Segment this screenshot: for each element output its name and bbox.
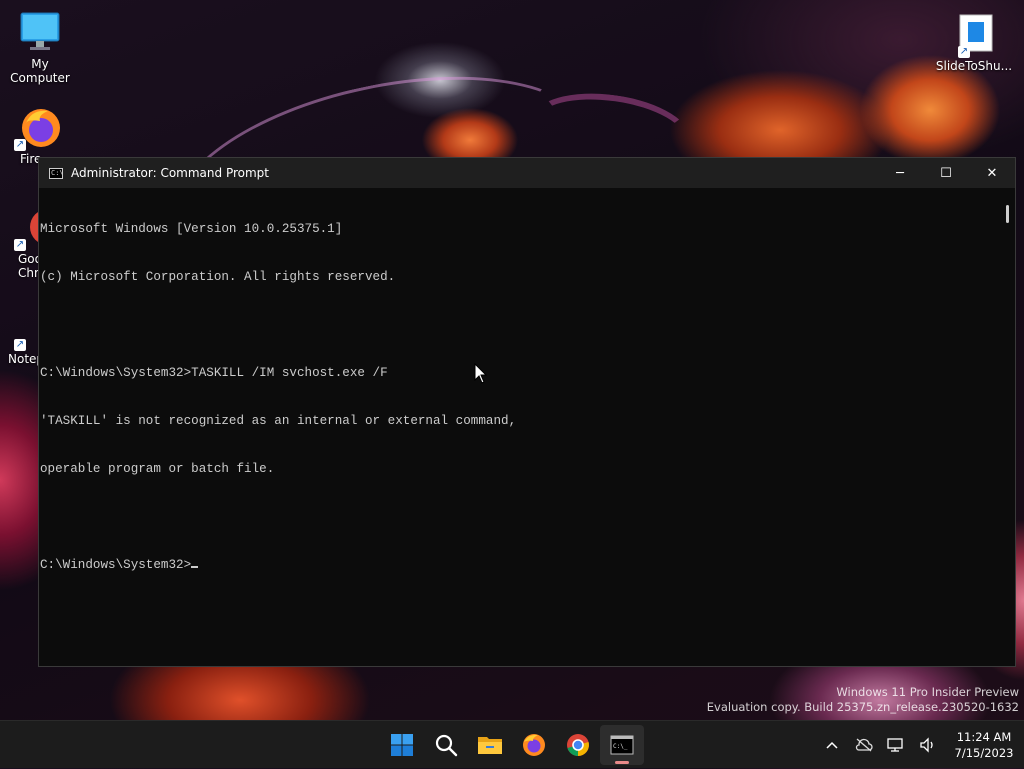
volume-tray-button[interactable] <box>912 721 944 769</box>
console-prompt: C:\Windows\System32> <box>40 558 192 572</box>
windows-logo-icon <box>391 734 413 756</box>
shortcut-arrow-icon: ↗ <box>14 339 26 351</box>
desktop-icon-label: SlideToShu... <box>935 59 1013 73</box>
window-titlebar[interactable]: C:\ Administrator: Command Prompt ─ ☐ ✕ <box>39 158 1015 188</box>
command-prompt-window[interactable]: C:\ Administrator: Command Prompt ─ ☐ ✕ … <box>38 157 1016 667</box>
console-output[interactable]: Microsoft Windows [Version 10.0.25375.1]… <box>39 189 999 666</box>
build-watermark: Windows 11 Pro Insider Preview Evaluatio… <box>707 685 1019 715</box>
chevron-up-icon <box>826 741 838 749</box>
search-button[interactable] <box>424 725 468 765</box>
file-explorer-button[interactable] <box>468 725 512 765</box>
scrollbar-thumb[interactable] <box>1006 205 1009 223</box>
monitor-icon <box>18 10 62 54</box>
console-line: operable program or batch file. <box>40 462 275 476</box>
clock-time: 11:24 AM <box>956 730 1012 744</box>
network-tray-button[interactable] <box>880 721 912 769</box>
text-cursor <box>191 566 199 568</box>
maximize-button[interactable]: ☐ <box>923 158 969 188</box>
terminal-button[interactable]: C:\_ <box>600 725 644 765</box>
console-line: Microsoft Windows [Version 10.0.25375.1] <box>40 222 343 236</box>
svg-text:C:\_: C:\_ <box>613 743 628 750</box>
cloud-offline-icon <box>855 738 873 752</box>
start-button[interactable] <box>380 725 424 765</box>
console-line: C:\Windows\System32>TASKILL /IM svchost.… <box>40 366 388 380</box>
taskbar-apps: C:\_ <box>380 725 644 765</box>
onedrive-tray-button[interactable] <box>848 721 880 769</box>
firefox-icon: ↗ <box>14 105 62 151</box>
network-icon <box>887 738 903 752</box>
show-hidden-icons-button[interactable] <box>816 721 848 769</box>
desktop-icon-slidetoshutdown[interactable]: ↗ SlideToShu... <box>934 12 1014 73</box>
chrome-button[interactable] <box>556 725 600 765</box>
minimize-button[interactable]: ─ <box>877 158 923 188</box>
shortcut-arrow-icon: ↗ <box>14 239 26 251</box>
console-prompt-line[interactable]: C:\Windows\System32> <box>40 557 999 573</box>
cmd-icon: C:\ <box>49 167 64 179</box>
system-tray: 11:24 AM 7/15/2023 <box>816 721 1024 769</box>
chrome-icon <box>567 734 589 756</box>
vertical-scrollbar[interactable] <box>999 189 1015 666</box>
cmd-icon: C:\_ <box>610 735 634 755</box>
speaker-icon <box>920 737 933 753</box>
desktop-icon-my-computer[interactable]: My Computer <box>0 10 80 85</box>
watermark-edition: Windows 11 Pro Insider Preview <box>836 685 1019 699</box>
taskbar: C:\_ 11:24 AM 7/15/2023 <box>0 720 1024 768</box>
shortcut-arrow-icon: ↗ <box>14 139 26 151</box>
search-icon <box>435 734 458 757</box>
mouse-pointer-icon <box>474 363 488 384</box>
document-icon: ↗ <box>952 12 996 58</box>
minimize-icon: ─ <box>896 165 904 181</box>
close-icon: ✕ <box>986 165 998 181</box>
firefox-icon <box>523 734 545 756</box>
taskbar-clock[interactable]: 11:24 AM 7/15/2023 <box>950 729 1018 761</box>
desktop-icon-label: My Computer <box>10 57 70 85</box>
console-line: (c) Microsoft Corporation. All rights re… <box>40 270 396 284</box>
folder-icon <box>478 737 502 754</box>
close-button[interactable]: ✕ <box>969 158 1015 188</box>
shortcut-arrow-icon: ↗ <box>958 46 970 58</box>
maximize-icon: ☐ <box>940 165 952 181</box>
active-app-indicator <box>615 761 629 764</box>
clock-date: 7/15/2023 <box>954 746 1014 760</box>
console-line: 'TASKILL' is not recognized as an intern… <box>40 414 517 428</box>
watermark-build: Evaluation copy. Build 25375.zn_release.… <box>706 700 1019 714</box>
firefox-button[interactable] <box>512 725 556 765</box>
window-title: Administrator: Command Prompt <box>71 166 269 180</box>
